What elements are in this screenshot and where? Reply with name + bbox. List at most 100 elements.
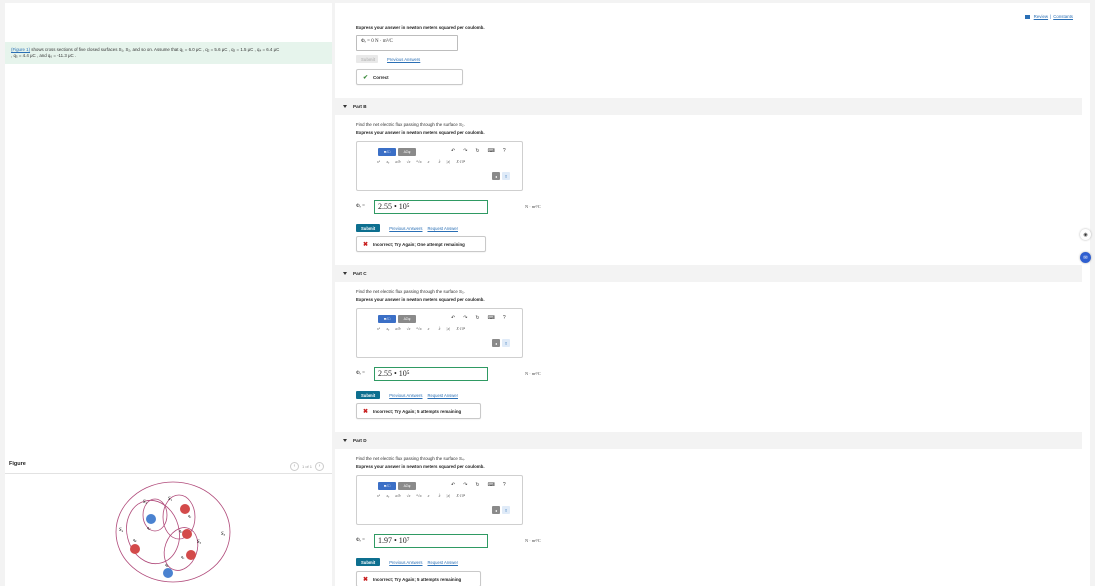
part-c-previous-answers-link[interactable]: Previous Answers (389, 393, 422, 398)
unit-vector-button[interactable]: x̂ (439, 493, 441, 498)
figure-divider (5, 473, 332, 474)
sci-notation-button[interactable]: X·10ⁿ (456, 326, 465, 331)
part-d-header[interactable]: Part D (335, 432, 1082, 449)
next-figure-button[interactable]: › (315, 462, 325, 471)
chat-icon[interactable]: ✉ (1080, 252, 1091, 263)
review-link[interactable]: Review (1034, 14, 1048, 19)
subscript-button[interactable]: xₐ (386, 159, 389, 164)
subscript-button[interactable]: xₐ (386, 326, 389, 331)
nth-root-button[interactable]: ⁿ√x (416, 326, 421, 331)
reset-icon[interactable]: ↻ (475, 482, 479, 488)
nth-root-button[interactable]: ⁿ√x (416, 493, 421, 498)
upload-icon[interactable]: ⇪ (502, 172, 510, 180)
part-b-phi-label: Φₑ = (356, 204, 366, 209)
part-b-answer-input[interactable]: 2.55 • 10⁵ (374, 200, 488, 214)
part-c-feedback-text: Incorrect; Try Again; 5 attempts remaini… (373, 408, 462, 414)
figure-title: Figure (9, 461, 26, 467)
part-c-title: Part C (353, 271, 367, 276)
part-b-math-toolbar: ■√□ ΑΣφ ↶ ↷ ↻ ⌨ ? xᵃ xₐ a/b √x ⁿ√x x⃗ x̂… (356, 141, 523, 191)
upload-icon[interactable]: ⇪ (502, 506, 510, 514)
abs-button[interactable]: |x| (446, 159, 450, 164)
abs-button[interactable]: |x| (446, 326, 450, 331)
help-icon[interactable]: ? (503, 315, 506, 321)
prev-figure-button[interactable]: ‹ (290, 462, 299, 471)
part-d-previous-answers-link[interactable]: Previous Answers (389, 560, 422, 565)
constants-link[interactable]: Constants (1053, 14, 1073, 19)
keyboard-icon[interactable]: ⌨ (488, 315, 495, 321)
templates-button[interactable]: ■√□ (378, 315, 396, 323)
abs-button[interactable]: |x| (446, 493, 450, 498)
reset-icon[interactable]: ↻ (475, 315, 479, 321)
problem-text-2: , q₅ = 4.4 μC , and q₆ = -11.3 μC . (11, 53, 77, 58)
part-b-header[interactable]: Part B (335, 98, 1082, 115)
part-c-header[interactable]: Part C (335, 265, 1082, 282)
sqrt-button[interactable]: √x (406, 326, 410, 331)
sci-notation-button[interactable]: X·10ⁿ (456, 493, 465, 498)
label-q1: q₁ (188, 513, 192, 518)
fraction-button[interactable]: a/b (395, 159, 400, 164)
figure-page-count: 1 of 1 (302, 464, 313, 469)
sqrt-button[interactable]: √x (406, 493, 410, 498)
undo-icon[interactable]: ↶ (451, 315, 455, 321)
help-icon[interactable]: ? (503, 148, 506, 154)
fraction-button[interactable]: a/b (395, 493, 400, 498)
help-icon[interactable]: ? (503, 482, 506, 488)
redo-icon[interactable]: ↷ (463, 482, 467, 488)
undo-icon[interactable]: ↶ (451, 482, 455, 488)
nth-root-button[interactable]: ⁿ√x (416, 159, 421, 164)
redo-icon[interactable]: ↷ (463, 148, 467, 154)
part-d-feedback-text: Incorrect; Try Again; 5 attempts remaini… (373, 576, 462, 582)
part-c-answer-input[interactable]: 2.55 • 10⁵ (374, 367, 488, 381)
part-b-feedback: ✖ Incorrect; Try Again; One attempt rema… (356, 236, 486, 252)
templates-button[interactable]: ■√□ (378, 148, 396, 156)
unit-vector-button[interactable]: x̂ (439, 159, 441, 164)
part-d-request-answer-link[interactable]: Request Answer (427, 560, 458, 565)
part-a-submit-button: Submit (356, 55, 378, 63)
part-c-actions: Submit Previous Answers Request Answer (356, 391, 458, 399)
redo-icon[interactable]: ↷ (463, 315, 467, 321)
upload-icon[interactable]: ⇪ (502, 339, 510, 347)
label-q5: q₅ (181, 554, 185, 559)
superscript-button[interactable]: xᵃ (377, 159, 380, 164)
superscript-button[interactable]: xᵃ (377, 493, 380, 498)
keyboard-icon[interactable]: ⌨ (488, 148, 495, 154)
part-a-previous-answers-link[interactable]: Previous Answers (387, 57, 420, 62)
part-d-answer-input[interactable]: 1.97 • 10⁷ (374, 534, 488, 548)
vector-button[interactable]: x⃗ (428, 493, 433, 498)
camera-icon[interactable]: ◉ (1080, 229, 1091, 240)
part-c-request-answer-link[interactable]: Request Answer (427, 393, 458, 398)
unit-vector-button[interactable]: x̂ (439, 326, 441, 331)
part-d-phi-label: Φₑ = (356, 538, 366, 543)
figure-link[interactable]: (Figure 1) (11, 47, 30, 52)
vector-button[interactable]: x⃗ (428, 159, 433, 164)
part-b-submit-button[interactable]: Submit (356, 224, 381, 232)
part-b-actions: Submit Previous Answers Request Answer (356, 224, 458, 232)
backspace-icon[interactable]: ◂ (492, 506, 500, 514)
keyboard-icon[interactable]: ⌨ (488, 482, 495, 488)
part-b-request-answer-link[interactable]: Request Answer (427, 226, 458, 231)
sqrt-button[interactable]: √x (406, 159, 410, 164)
backspace-icon[interactable]: ◂ (492, 339, 500, 347)
part-c-submit-button[interactable]: Submit (356, 391, 381, 399)
vector-button[interactable]: x⃗ (428, 326, 433, 331)
links-separator: | (1050, 14, 1052, 19)
symbols-button[interactable]: ΑΣφ (398, 315, 416, 323)
symbols-button[interactable]: ΑΣφ (398, 148, 416, 156)
incorrect-icon: ✖ (363, 576, 369, 583)
superscript-button[interactable]: xᵃ (377, 326, 380, 331)
fraction-button[interactable]: a/b (395, 326, 400, 331)
templates-button[interactable]: ■√□ (378, 482, 396, 490)
backspace-icon[interactable]: ◂ (492, 172, 500, 180)
part-b-question: Find the net electric flux passing throu… (356, 122, 465, 127)
reset-icon[interactable]: ↻ (475, 148, 479, 154)
part-d-feedback: ✖ Incorrect; Try Again; 5 attempts remai… (356, 571, 481, 586)
undo-icon[interactable]: ↶ (451, 148, 455, 154)
subscript-button[interactable]: xₐ (386, 493, 389, 498)
part-b-previous-answers-link[interactable]: Previous Answers (389, 226, 422, 231)
symbols-button[interactable]: ΑΣφ (398, 482, 416, 490)
problem-statement: (Figure 1) shows cross sections of five … (5, 42, 332, 64)
part-d-submit-button[interactable]: Submit (356, 558, 381, 566)
sci-notation-button[interactable]: X·10ⁿ (456, 159, 465, 164)
part-c-unit: N · m²/C (525, 371, 541, 376)
label-s5: S₅ (221, 532, 226, 537)
